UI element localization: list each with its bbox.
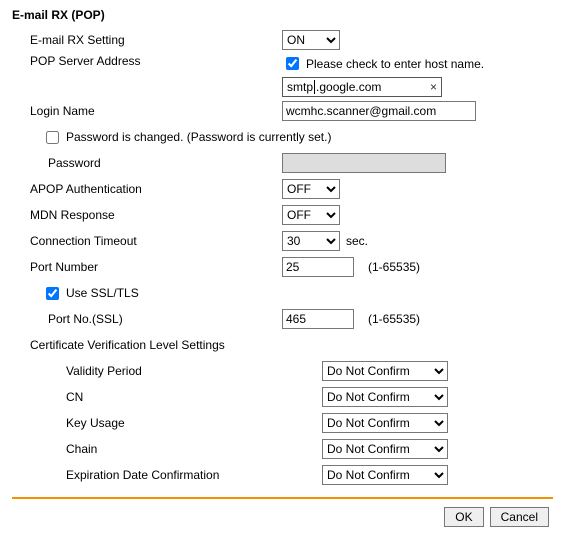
pop-server-label: POP Server Address (12, 54, 282, 68)
pop-host-suffix: .google.com (316, 80, 430, 94)
section-title: E-mail RX (POP) (12, 8, 553, 22)
cert-chain-select[interactable]: Do Not Confirm (322, 439, 448, 459)
cert-key-label: Key Usage (12, 416, 322, 430)
password-label: Password (12, 156, 282, 170)
cert-header: Certificate Verification Level Settings (12, 338, 282, 352)
rx-setting-select[interactable]: ON (282, 30, 340, 50)
divider (12, 497, 553, 499)
pop-host-input-wrap[interactable]: smtp .google.com × (282, 77, 442, 97)
port-label: Port Number (12, 260, 282, 274)
cert-expire-label: Expiration Date Confirmation (12, 468, 322, 482)
ssl-port-label: Port No.(SSL) (12, 312, 282, 326)
password-changed-label: Password is changed. (Password is curren… (66, 130, 331, 144)
cert-chain-label: Chain (12, 442, 322, 456)
port-range-hint: (1-65535) (368, 260, 420, 274)
check-hostname-checkbox[interactable] (286, 57, 299, 70)
port-input[interactable] (282, 257, 354, 277)
ok-button[interactable]: OK (444, 507, 483, 527)
timeout-select[interactable]: 30 (282, 231, 340, 251)
text-cursor (314, 80, 315, 94)
cert-expire-select[interactable]: Do Not Confirm (322, 465, 448, 485)
cancel-button[interactable]: Cancel (490, 507, 549, 527)
cert-key-select[interactable]: Do Not Confirm (322, 413, 448, 433)
password-input[interactable] (282, 153, 446, 173)
clear-input-icon[interactable]: × (430, 80, 437, 94)
login-name-input[interactable] (282, 101, 476, 121)
cert-cn-select[interactable]: Do Not Confirm (322, 387, 448, 407)
rx-setting-label: E-mail RX Setting (12, 33, 282, 47)
ssl-port-input[interactable] (282, 309, 354, 329)
cert-cn-label: CN (12, 390, 322, 404)
timeout-label: Connection Timeout (12, 234, 282, 248)
use-ssl-checkbox[interactable] (46, 287, 59, 300)
ssl-port-range-hint: (1-65535) (368, 312, 420, 326)
use-ssl-label: Use SSL/TLS (66, 286, 139, 300)
mdn-select[interactable]: OFF (282, 205, 340, 225)
mdn-label: MDN Response (12, 208, 282, 222)
check-hostname-label: Please check to enter host name. (306, 57, 484, 71)
cert-validity-label: Validity Period (12, 364, 322, 378)
timeout-unit: sec. (346, 234, 368, 248)
password-changed-checkbox[interactable] (46, 131, 59, 144)
cert-validity-select[interactable]: Do Not Confirm (322, 361, 448, 381)
apop-label: APOP Authentication (12, 182, 282, 196)
apop-select[interactable]: OFF (282, 179, 340, 199)
login-name-label: Login Name (12, 104, 282, 118)
pop-host-prefix: smtp (287, 80, 313, 94)
